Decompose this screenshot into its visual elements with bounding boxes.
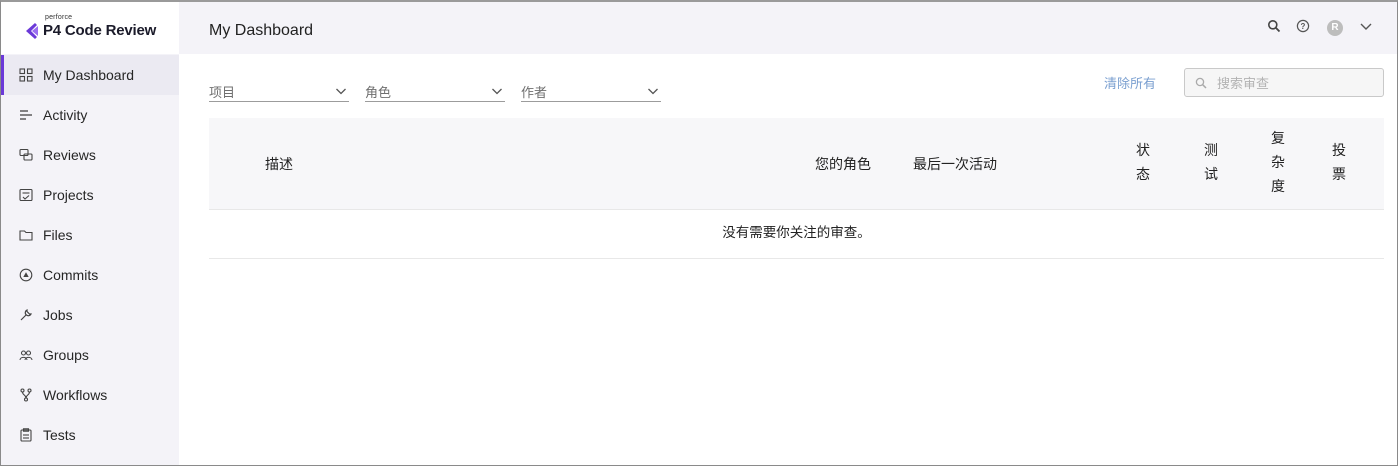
- sidebar-nav: My Dashboard Activity Reviews Projects F…: [1, 55, 179, 455]
- author-filter-label: 作者: [521, 85, 548, 100]
- sidebar-item-activity[interactable]: Activity: [1, 95, 179, 135]
- sidebar-item-jobs[interactable]: Jobs: [1, 295, 179, 335]
- column-header-status[interactable]: 状 态: [1133, 138, 1153, 186]
- folder-icon: [19, 228, 33, 242]
- chevron-down-icon[interactable]: [1359, 19, 1373, 33]
- project-filter-dropdown[interactable]: 项目: [209, 80, 349, 102]
- sidebar-item-groups[interactable]: Groups: [1, 335, 179, 375]
- chevron-down-icon: [492, 88, 502, 95]
- sidebar-item-label: Files: [43, 227, 73, 243]
- app-window: perforce P4 Code Review My Dashboard Act…: [1, 2, 1397, 465]
- brand-super-label: perforce: [45, 14, 73, 21]
- projects-icon: [19, 188, 33, 202]
- chevron-down-icon: [336, 88, 346, 95]
- empty-table-message: 没有需要你关注的审查。: [209, 210, 1384, 259]
- header-char: 测: [1204, 142, 1218, 158]
- header-char: 复: [1271, 130, 1285, 146]
- brand-name: P4 Code Review: [43, 22, 157, 39]
- sidebar: perforce P4 Code Review My Dashboard Act…: [1, 2, 179, 465]
- role-filter-label: 角色: [365, 85, 392, 100]
- activity-icon: [19, 108, 33, 122]
- reviews-table: 描述 您的角色 最后一次活动 状 态 测 试 复 杂 度 投 票 没有需要你关注…: [209, 118, 1384, 259]
- sidebar-item-label: Workflows: [43, 387, 108, 403]
- chevron-down-icon: [648, 88, 658, 95]
- sidebar-item-commits[interactable]: Commits: [1, 255, 179, 295]
- sidebar-item-workflows[interactable]: Workflows: [1, 375, 179, 415]
- avatar[interactable]: R: [1327, 20, 1343, 36]
- clipboard-icon: [19, 428, 33, 442]
- main-content: 项目 角色 作者 清除所有 描述 您的角色 最后一次活动 状 态: [179, 54, 1397, 465]
- sidebar-item-label: Commits: [43, 267, 99, 283]
- wrench-icon: [19, 308, 33, 322]
- help-icon[interactable]: ?: [1296, 19, 1310, 33]
- sidebar-item-label: My Dashboard: [43, 67, 135, 83]
- header-char: 投: [1332, 142, 1346, 158]
- top-header: My Dashboard ? R: [179, 2, 1397, 54]
- header-char: 度: [1271, 178, 1285, 194]
- dashboard-icon: [19, 68, 33, 82]
- sidebar-item-label: Tests: [43, 427, 76, 443]
- header-char: 票: [1332, 166, 1346, 182]
- sidebar-item-label: Projects: [43, 187, 94, 203]
- sidebar-item-files[interactable]: Files: [1, 215, 179, 255]
- role-filter-dropdown[interactable]: 角色: [365, 80, 505, 102]
- column-header-description[interactable]: 描述: [265, 154, 293, 174]
- column-header-tests[interactable]: 测 试: [1201, 138, 1221, 186]
- sidebar-item-reviews[interactable]: Reviews: [1, 135, 179, 175]
- workflows-icon: [19, 388, 33, 402]
- commits-icon: [19, 268, 33, 282]
- column-header-complexity[interactable]: 复 杂 度: [1268, 126, 1288, 198]
- sidebar-item-my-dashboard[interactable]: My Dashboard: [1, 55, 179, 95]
- svg-text:?: ?: [1301, 22, 1306, 31]
- search-icon[interactable]: [1267, 19, 1281, 33]
- brand[interactable]: perforce P4 Code Review: [1, 2, 179, 54]
- page-title: My Dashboard: [209, 22, 314, 39]
- header-char: 态: [1136, 166, 1150, 182]
- search-reviews-box[interactable]: [1184, 68, 1384, 97]
- column-header-your-role[interactable]: 您的角色: [815, 154, 871, 174]
- author-filter-dropdown[interactable]: 作者: [521, 80, 661, 102]
- header-char: 试: [1204, 166, 1218, 182]
- sidebar-item-label: Activity: [43, 107, 88, 123]
- column-header-votes[interactable]: 投 票: [1329, 138, 1349, 186]
- clear-all-link[interactable]: 清除所有: [1104, 73, 1156, 92]
- sidebar-item-label: Reviews: [43, 147, 96, 163]
- sidebar-item-label: Groups: [43, 347, 89, 363]
- sidebar-item-label: Jobs: [43, 307, 73, 323]
- groups-icon: [19, 348, 33, 362]
- reviews-icon: [19, 148, 33, 162]
- sidebar-item-tests[interactable]: Tests: [1, 415, 179, 455]
- p4-logo-icon: [26, 23, 38, 39]
- search-reviews-input[interactable]: [1217, 73, 1377, 93]
- table-header: 描述 您的角色 最后一次活动 状 态 测 试 复 杂 度 投 票: [209, 118, 1384, 210]
- header-char: 杂: [1271, 154, 1285, 170]
- sidebar-item-projects[interactable]: Projects: [1, 175, 179, 215]
- column-header-last-activity[interactable]: 最后一次活动: [913, 154, 997, 174]
- search-icon: [1195, 77, 1207, 89]
- project-filter-label: 项目: [209, 85, 236, 100]
- header-char: 状: [1136, 142, 1150, 158]
